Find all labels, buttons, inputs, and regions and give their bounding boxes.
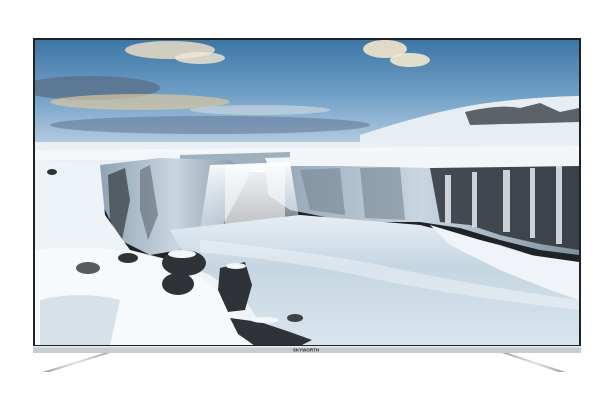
- brand-logo: SKYWORTH: [293, 348, 319, 353]
- tv-stand-left-icon: [42, 353, 110, 372]
- tv-product-photo: SKYWORTH: [33, 38, 581, 372]
- tv-screen: [35, 40, 579, 345]
- tv-stand-right-icon: [502, 353, 566, 372]
